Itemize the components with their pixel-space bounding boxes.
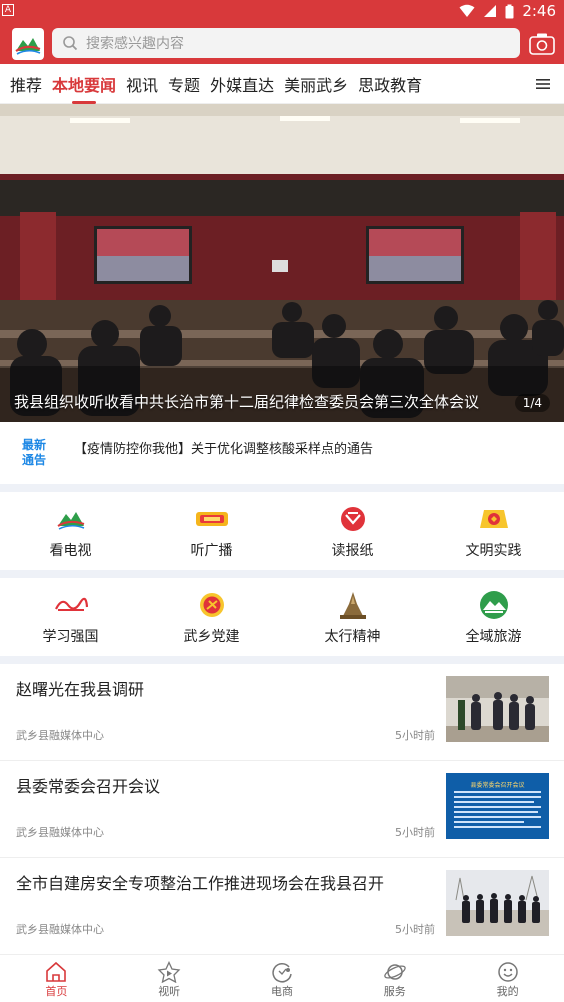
app-logo[interactable] [12,28,44,60]
meeting-room-photo [0,104,564,422]
nav-label: 服务 [383,985,406,998]
shortcut-watch-tv[interactable]: 看电视 [0,492,141,570]
shortcut-grid-row1: 看电视 听广播 读报纸 文明实践 [0,492,564,570]
news-source: 武乡县融媒体中心 [16,923,104,936]
radio-icon [194,504,230,534]
planet-icon [384,964,406,980]
channel-tabs: 推荐 本地要闻 视讯 专题 外媒直达 美丽武乡 思政教育 [0,64,564,104]
news-title[interactable]: 赵曙光在我县调研 [16,676,426,700]
tab-external-media[interactable]: 外媒直达 [210,72,274,96]
app-bar: 搜索感兴趣内容 [0,24,564,64]
news-item[interactable]: 赵曙光在我县调研 武乡县融媒体中心 5小时前 [0,664,564,761]
nav-profile[interactable]: 我的 [451,955,564,1002]
bottom-navigation: 首页 视听 电商 服务 我的 [0,954,564,1002]
banner-title[interactable]: 我县组织收听收看中共长治市第十二届纪律检查委员会第三次全体会议 [14,391,504,412]
shortcut-taihang-spirit[interactable]: 太行精神 [282,578,423,656]
shortcut-party-building[interactable]: 武乡党建 [141,578,282,656]
tab-political-education[interactable]: 思政教育 [358,72,422,96]
news-item[interactable]: 县委常委会召开会议 武乡县融媒体中心 5小时前 县委常委会召开会议 [0,761,564,858]
shortcut-label: 听广播 [190,543,233,559]
menu-icon[interactable] [536,77,550,91]
xuexi-icon [53,590,89,620]
tab-video[interactable]: 视讯 [126,72,158,96]
logo-mountain-icon [15,38,41,55]
smiley-icon [497,962,518,982]
divider [0,484,564,492]
taihang-monument-icon [335,590,371,620]
shortcut-listen-radio[interactable]: 听广播 [141,492,282,570]
tab-topics[interactable]: 专题 [168,72,200,96]
shortcut-label: 文明实践 [465,543,522,559]
tab-recommend[interactable]: 推荐 [10,72,42,96]
status-bar: A 2:46 [0,0,564,24]
party-building-icon [194,590,230,620]
news-thumbnail[interactable] [446,870,549,936]
shortcut-label: 学习强国 [42,629,99,645]
news-time: 5小时前 [395,729,435,742]
shortcut-label: 读报纸 [331,543,374,559]
shortcut-read-newspaper[interactable]: 读报纸 [282,492,423,570]
news-thumbnail[interactable]: 县委常委会召开会议 [446,773,549,839]
nav-label: 电商 [270,985,293,998]
latest-notice[interactable]: 最新 通告 【疫情防控你我他】关于优化调整核酸采样点的通告 [0,422,564,484]
news-title[interactable]: 全市自建房安全专项整治工作推进现场会在我县召开 [16,870,426,894]
shortcut-label: 太行精神 [324,629,381,645]
news-time: 5小时前 [395,826,435,839]
report-camera-icon[interactable] [528,31,556,57]
notice-badge: 最新 通告 [22,438,56,468]
search-icon [63,36,78,51]
banner-page-indicator: 1/4 [514,394,550,412]
notice-badge-line1: 最新 [22,438,47,452]
newspaper-icon [335,504,371,534]
search-placeholder: 搜索感兴趣内容 [86,36,184,52]
carousel-banner[interactable]: 我县组织收听收看中共长治市第十二届纪律检查委员会第三次全体会议 1/4 [0,104,564,422]
news-time: 5小时前 [395,923,435,936]
signal-icon [484,5,497,17]
news-item[interactable]: 全市自建房安全专项整治工作推进现场会在我县召开 武乡县融媒体中心 5小时前 [0,858,564,955]
notice-text[interactable]: 【疫情防控你我他】关于优化调整核酸采样点的通告 [74,438,373,457]
news-title[interactable]: 县委常委会召开会议 [16,773,426,797]
nav-label: 首页 [45,985,68,998]
ecommerce-icon [272,963,292,983]
notice-badge-line2: 通告 [22,453,47,467]
nav-home[interactable]: 首页 [0,955,113,1002]
nav-ecommerce[interactable]: 电商 [226,955,339,1002]
shortcut-label: 武乡党建 [183,629,240,645]
nav-audiovisual[interactable]: 视听 [113,955,226,1002]
news-source: 武乡县融媒体中心 [16,826,104,839]
search-input[interactable]: 搜索感兴趣内容 [52,28,520,58]
battery-icon [505,4,514,18]
shortcut-label: 看电视 [49,543,92,559]
tv-mountain-icon [53,504,89,534]
wifi-icon [459,4,475,17]
shortcut-label: 全域旅游 [465,629,522,645]
notification-icon: A [2,4,14,16]
tab-local-news[interactable]: 本地要闻 [52,72,116,104]
nav-services[interactable]: 服务 [338,955,451,1002]
shortcut-xuexi[interactable]: 学习强国 [0,578,141,656]
civilization-icon [476,504,512,534]
shortcut-civilization[interactable]: 文明实践 [423,492,564,570]
nav-label: 视听 [158,985,181,998]
play-icon [157,961,181,983]
tab-beautiful-wuxiang[interactable]: 美丽武乡 [284,72,348,96]
divider [0,656,564,664]
divider [0,570,564,578]
nav-label: 我的 [496,985,519,998]
shortcut-tourism[interactable]: 全域旅游 [423,578,564,656]
tourism-icon [476,590,512,620]
shortcut-grid-row2: 学习强国 武乡党建 太行精神 全域旅游 [0,578,564,656]
news-thumbnail[interactable] [446,676,549,742]
news-source: 武乡县融媒体中心 [16,729,104,742]
clock: 2:46 [522,2,556,20]
home-icon [46,961,67,982]
